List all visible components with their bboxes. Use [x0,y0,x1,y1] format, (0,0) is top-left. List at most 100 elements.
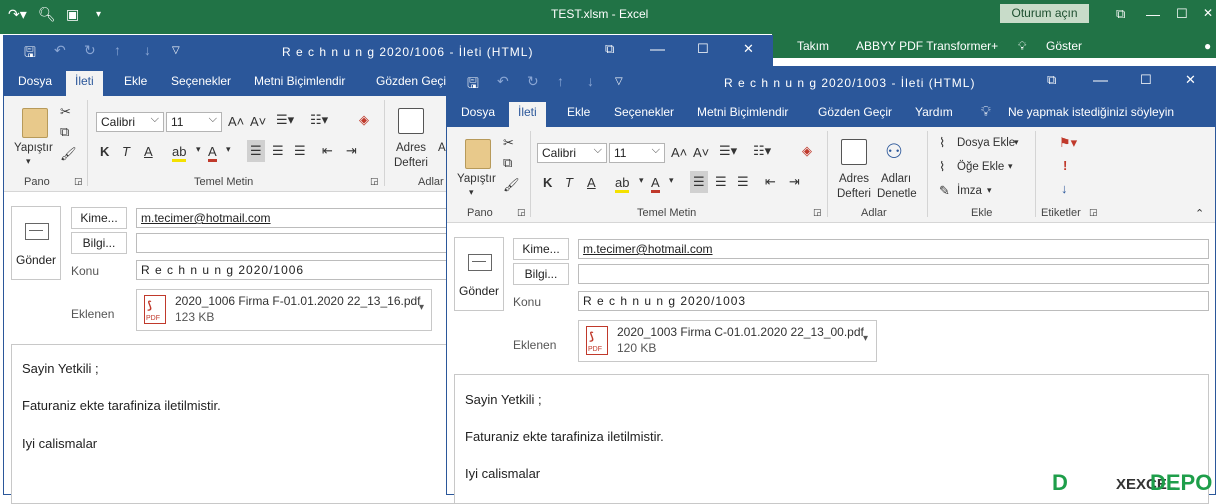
attach-item-dropdown-icon[interactable]: ▾ [1008,161,1013,172]
to-button[interactable]: Kime... [71,207,127,229]
shrink-font-icon[interactable]: A˅ [693,145,709,160]
numbering-icon[interactable]: ☷▾ [310,112,328,128]
decrease-indent-icon[interactable]: ⇤ [322,143,333,159]
copy-icon[interactable]: ⧉ [60,124,69,140]
copy-icon[interactable]: ⧉ [503,155,512,171]
ribbon-display-icon[interactable]: ⧉ [1116,6,1125,22]
undo-icon[interactable]: ↶ [497,73,509,90]
align-center-icon[interactable]: ☰ [272,143,284,159]
cut-icon[interactable]: ✂ [503,135,514,151]
paste-label[interactable]: Yapıştır [457,173,496,185]
font-color-dropdown-icon[interactable]: ▾ [669,175,674,186]
address-book-label-1[interactable]: Adres [839,173,869,185]
font-size-combo[interactable]: 11 [609,143,665,163]
bold-icon[interactable]: K [100,144,109,159]
font-color-dropdown-icon[interactable]: ▾ [226,144,231,155]
tab-gozden-gecir[interactable]: Gözden Geçir [818,105,892,119]
up-arrow-icon[interactable]: ↑ [114,42,121,58]
attachment-item[interactable]: ⟆ PDF 2020_1006 Firma F-01.01.2020 22_13_… [136,289,432,331]
clear-formatting-icon[interactable]: ◈ [359,112,369,128]
cc-field[interactable] [136,233,456,253]
tab-metni-bicimlendir[interactable]: Metni Biçimlendir [697,105,788,119]
minimize-icon[interactable]: — [650,41,665,58]
address-book-icon[interactable] [398,108,424,134]
bullets-icon[interactable]: ☰▾ [719,143,737,159]
temel-launcher-icon[interactable]: ◲ [813,207,822,218]
cut-icon[interactable]: ✂ [60,104,71,120]
maximize-icon[interactable]: ☐ [697,41,709,57]
follow-up-flag-icon[interactable]: ⚑▾ [1059,135,1077,151]
check-names-label-2[interactable]: Denetle [877,188,917,200]
save-icon[interactable]: 🖫︎ [24,42,36,66]
send-button[interactable]: Gönder [11,206,61,280]
low-importance-icon[interactable]: ↓ [1061,181,1068,196]
align-left-icon[interactable]: ☰ [690,171,708,193]
attach-file-dropdown-icon[interactable]: ▾ [1014,137,1019,148]
tab-gozden-gecir[interactable]: Gözden Geçir [376,74,450,88]
italic-icon[interactable]: T [122,144,130,159]
address-book-label-2[interactable]: Defteri [394,157,428,169]
to-field[interactable]: m.tecimer@hotmail.com [136,208,456,228]
paste-icon[interactable] [22,108,48,138]
decrease-indent-icon[interactable]: ⇤ [765,174,776,190]
align-right-icon[interactable]: ☰ [294,143,306,159]
down-arrow-icon[interactable]: ↓ [144,42,151,58]
align-left-icon[interactable]: ☰ [247,140,265,162]
cc-button[interactable]: Bilgi... [513,263,569,285]
paste-icon[interactable] [465,139,491,169]
to-button[interactable]: Kime... [513,238,569,260]
increase-indent-icon[interactable]: ⇥ [346,143,357,159]
attachment-dropdown-icon[interactable]: ▾ [863,333,868,344]
signature-dropdown-icon[interactable]: ▾ [987,185,992,196]
etiketler-launcher-icon[interactable]: ◲ [1089,207,1098,218]
maximize-icon[interactable]: ☐ [1140,72,1152,88]
qat-customize-icon[interactable]: ▽ [172,45,180,56]
ribbon-display-icon[interactable]: ⧉ [605,41,614,57]
tab-takim[interactable]: Takım [797,39,829,53]
qat-customize-icon[interactable]: ▽ [615,76,623,87]
clear-formatting-icon[interactable]: ◈ [802,143,812,159]
redo-icon[interactable]: ↻ [84,42,96,59]
attachment-item[interactable]: ⟆ PDF 2020_1003 Firma C-01.01.2020 22_13_… [578,320,877,362]
tab-secenekler[interactable]: Seçenekler [171,74,231,88]
camera-icon[interactable]: ▣ [66,6,79,23]
address-book-label-2[interactable]: Defteri [837,188,871,200]
print-preview-icon[interactable]: 🔍︎ [38,6,56,23]
cc-field[interactable] [578,264,1209,284]
font-color-icon[interactable]: A [651,175,660,193]
tab-ileti[interactable]: İleti [509,102,546,127]
align-center-icon[interactable]: ☰ [715,174,727,190]
check-names-icon[interactable]: ⚇ [885,139,903,164]
paste-dropdown-icon[interactable]: ▾ [26,156,31,167]
tab-metni-bicimlendir[interactable]: Metni Biçimlendir [254,74,345,88]
subject-field[interactable]: R e c h n u n g 2020/1003 [578,291,1209,311]
cc-button[interactable]: Bilgi... [71,232,127,254]
tab-dosya[interactable]: Dosya [461,105,495,119]
increase-indent-icon[interactable]: ⇥ [789,174,800,190]
qat-customize-icon[interactable]: ▾ [96,9,101,20]
attachment-dropdown-icon[interactable]: ▾ [419,302,424,313]
tab-ileti[interactable]: İleti [66,71,103,96]
numbering-icon[interactable]: ☷▾ [753,143,771,159]
font-color-icon[interactable]: A [208,144,217,162]
underline-icon[interactable]: A [144,144,153,159]
highlight-dropdown-icon[interactable]: ▾ [196,144,201,155]
close-icon[interactable]: ✕ [1203,6,1213,20]
temel-launcher-icon[interactable]: ◲ [370,176,379,187]
check-names-label-1[interactable]: Adları [881,173,911,185]
close-icon[interactable]: ✕ [1185,72,1196,88]
redo-icon[interactable]: ↷▾ [8,6,27,23]
bold-icon[interactable]: K [543,175,552,190]
send-button[interactable]: Gönder [454,237,504,311]
tab-yardim[interactable]: Yardım [915,105,953,119]
attach-file-button[interactable]: Dosya Ekle [957,137,1015,149]
tab-ekle[interactable]: Ekle [124,74,147,88]
tell-me[interactable]: Göster [1046,39,1082,53]
format-painter-icon[interactable]: 🖌︎ [503,177,520,193]
underline-icon[interactable]: A [587,175,596,190]
tab-abbyy[interactable]: ABBYY PDF Transformer+ [856,39,998,53]
highlight-icon[interactable]: ab [615,175,630,193]
address-book-label-1[interactable]: Adres [396,142,426,154]
grow-font-icon[interactable]: A˄ [228,114,244,129]
tell-me-search[interactable]: Ne yapmak istediğinizi söyleyin [1008,105,1174,119]
